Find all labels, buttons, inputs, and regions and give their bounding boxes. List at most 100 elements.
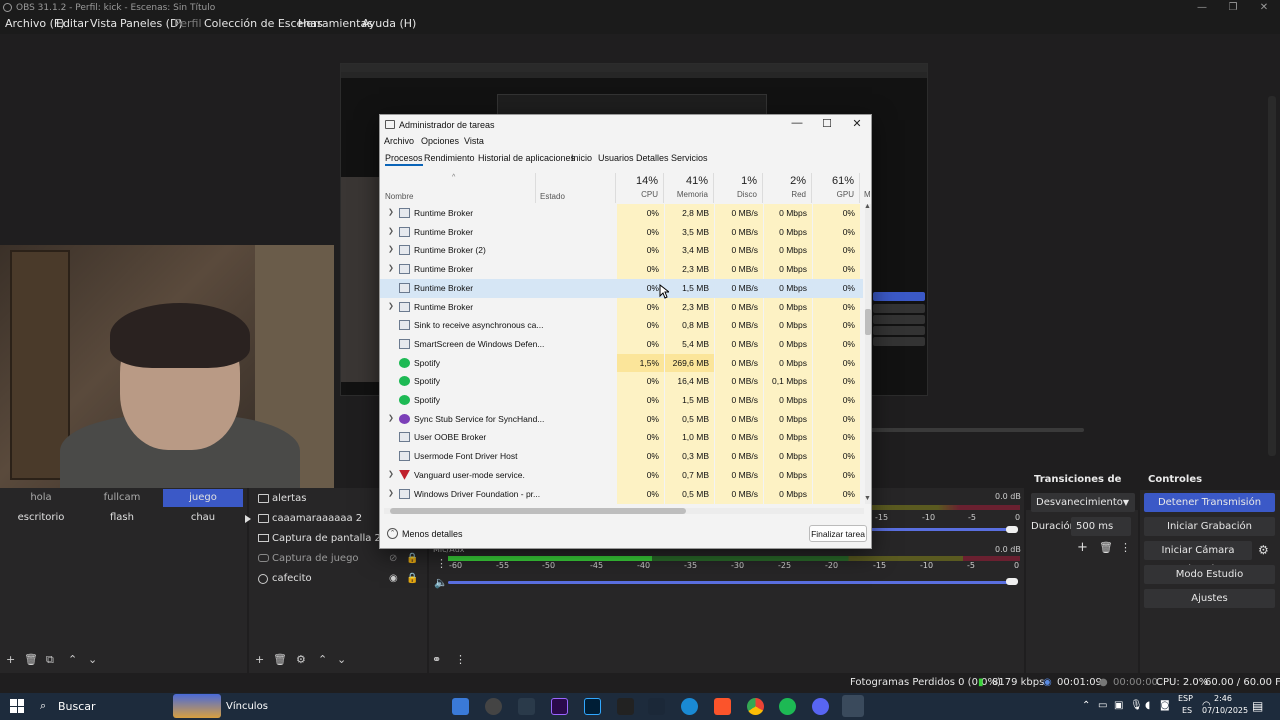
- scene-escritorio-button[interactable]: escritorio: [1, 509, 81, 527]
- scroll-down-arrow-icon[interactable]: ▼: [864, 495, 871, 502]
- tab-detalles[interactable]: Detalles: [636, 153, 669, 163]
- scene-chau-button[interactable]: chau: [163, 509, 243, 527]
- column-name[interactable]: Nombre: [380, 173, 536, 203]
- mixer-link-icon[interactable]: ⚭: [432, 653, 441, 666]
- column-disk[interactable]: 1% Disco: [714, 173, 763, 203]
- volume-slider-1-handle[interactable]: [1006, 526, 1018, 533]
- process-row[interactable]: Runtime Broker 0% 1,5 MB 0 MB/s 0 Mbps 0%: [380, 278, 863, 298]
- epic-games-icon[interactable]: [617, 698, 634, 715]
- chrome-icon[interactable]: [747, 698, 764, 715]
- menu-vista[interactable]: Vista: [90, 17, 117, 30]
- add-source-button[interactable]: +: [255, 653, 264, 666]
- scene-filters-button[interactable]: ⧉: [46, 653, 54, 667]
- transition-select[interactable]: Desvanecimiento ▼: [1031, 493, 1135, 512]
- start-recording-button[interactable]: Iniciar Grabación: [1144, 517, 1275, 536]
- discord-icon[interactable]: [812, 698, 829, 715]
- expand-chevron-icon[interactable]: [245, 515, 251, 523]
- capcut-icon[interactable]: [518, 698, 535, 715]
- tray-mic-icon[interactable]: 🎙: [1130, 700, 1143, 711]
- expand-chevron-icon[interactable]: ❯: [388, 245, 394, 253]
- taskbar-search[interactable]: Buscar: [58, 700, 96, 713]
- scene-flash-button[interactable]: flash: [82, 509, 162, 527]
- brave-icon[interactable]: [714, 698, 731, 715]
- remove-transition-button[interactable]: 🗑: [1099, 541, 1113, 554]
- move-scene-up-button[interactable]: ⌃: [68, 653, 77, 666]
- volume-slider-2[interactable]: [448, 581, 1010, 584]
- tray-audio-icon[interactable]: ◖: [1145, 700, 1150, 711]
- tab-servicios[interactable]: Servicios: [671, 153, 708, 163]
- tm-menu-archivo[interactable]: Archivo: [384, 136, 414, 146]
- process-row[interactable]: Sink to receive asynchronous ca... 0% 0,8 …: [380, 316, 863, 336]
- tab-procesos[interactable]: Procesos: [385, 153, 423, 166]
- process-row[interactable]: Spotify 1,5% 269,6 MB 0 MB/s 0 Mbps 0%: [380, 353, 863, 373]
- transition-options-button[interactable]: ⋮: [1120, 541, 1131, 554]
- source-cafecito[interactable]: cafecito ◉ 🔒: [258, 569, 428, 589]
- mixer-menu-icon[interactable]: ⋮: [436, 557, 447, 570]
- expand-chevron-icon[interactable]: ❯: [388, 227, 394, 235]
- process-row[interactable]: SmartScreen de Windows Defen... 0% 5,4 MB 0…: [380, 334, 863, 354]
- input-language[interactable]: ESP: [1178, 694, 1193, 703]
- end-task-button[interactable]: Finalizar tarea: [809, 525, 867, 542]
- tm-menu-opciones[interactable]: Opciones: [421, 136, 459, 146]
- process-list-hscroll-thumb[interactable]: [390, 508, 686, 514]
- process-list[interactable]: ❯ Runtime Broker 0% 2,8 MB 0 MB/s 0 Mbps 0% ❯ Ru…: [380, 204, 863, 506]
- edge-icon[interactable]: [681, 698, 698, 715]
- search-icon[interactable]: ⌕: [40, 699, 46, 713]
- tab-historial[interactable]: Historial de aplicaciones: [478, 153, 575, 163]
- menu-perfil[interactable]: Perfil: [174, 17, 202, 30]
- add-scene-button[interactable]: +: [6, 653, 15, 666]
- clock-date[interactable]: 07/10/2025: [1202, 706, 1248, 715]
- tm-maximize-button[interactable]: ☐: [812, 117, 842, 130]
- move-source-up-button[interactable]: ⌃: [318, 653, 327, 666]
- process-row[interactable]: Spotify 0% 16,4 MB 0 MB/s 0,1 Mbps 0%: [380, 372, 863, 392]
- column-memory[interactable]: 41% Memoria: [664, 173, 714, 203]
- premiere-icon[interactable]: [551, 698, 568, 715]
- windows-start-icon[interactable]: [10, 699, 24, 713]
- process-list-scroll-thumb[interactable]: [865, 309, 871, 335]
- remove-source-button[interactable]: 🗑: [273, 653, 287, 666]
- scene-fullcam-button[interactable]: fullcam: [82, 489, 162, 507]
- scroll-up-arrow-icon[interactable]: ▲: [864, 203, 871, 210]
- widgets-label[interactable]: Vínculos: [226, 701, 268, 712]
- tray-chevron-icon[interactable]: ⌃: [1082, 700, 1090, 711]
- expand-chevron-icon[interactable]: ❯: [388, 302, 394, 310]
- column-more[interactable]: M: [864, 190, 871, 199]
- expand-chevron-icon[interactable]: ❯: [388, 264, 394, 272]
- hidden-eye-icon[interactable]: ⊘: [389, 549, 397, 569]
- process-row[interactable]: Usermode Font Driver Host 0% 0,3 MB 0 MB/s 0…: [380, 447, 863, 467]
- clock-time[interactable]: 2:46: [1214, 694, 1232, 703]
- tm-minimize-button[interactable]: —: [782, 117, 812, 129]
- obs-app-icon[interactable]: [485, 698, 502, 715]
- less-details-button[interactable]: Menos detalles: [402, 529, 463, 539]
- webcam-source[interactable]: [0, 245, 334, 488]
- lock-icon[interactable]: 🔒: [406, 569, 418, 589]
- close-button[interactable]: ✕: [1248, 0, 1280, 16]
- lock-icon[interactable]: 🔒: [406, 549, 418, 569]
- tab-usuarios[interactable]: Usuarios: [598, 153, 634, 163]
- process-row[interactable]: ❯ Vanguard user-mode service. 0% 0,7 MB 0 MB…: [380, 465, 863, 485]
- duration-input[interactable]: 500 ms: [1071, 517, 1131, 536]
- process-row[interactable]: ❯ Runtime Broker 0% 2,3 MB 0 MB/s 0 Mbps 0%: [380, 260, 863, 280]
- remove-scene-button[interactable]: 🗑: [24, 653, 38, 666]
- tray-icon-2[interactable]: ▣: [1114, 700, 1123, 711]
- mixer-options-icon[interactable]: ⋮: [455, 653, 466, 666]
- scene-hola-button[interactable]: hola: [1, 489, 81, 507]
- column-network[interactable]: 2% Red: [763, 173, 812, 203]
- tray-network-icon[interactable]: ◙: [1160, 700, 1170, 711]
- visible-eye-icon[interactable]: ◉: [389, 569, 398, 589]
- process-list-vertical-scrollbar[interactable]: [865, 204, 871, 504]
- photoshop-icon[interactable]: [584, 698, 601, 715]
- source-captura-juego[interactable]: Captura de juego ⊘ 🔒: [258, 549, 428, 569]
- menu-ayuda[interactable]: Ayuda (H): [362, 17, 416, 30]
- settings-button[interactable]: Ajustes: [1144, 589, 1275, 608]
- stop-stream-button[interactable]: Detener Transmisión: [1144, 493, 1275, 512]
- expand-chevron-icon[interactable]: ❯: [388, 414, 394, 422]
- volume-slider-1[interactable]: [870, 528, 1010, 531]
- move-source-down-button[interactable]: ⌄: [337, 653, 346, 666]
- process-row[interactable]: ❯ Runtime Broker 0% 2,3 MB 0 MB/s 0 Mbps 0%: [380, 297, 863, 317]
- studio-mode-button[interactable]: Modo Estudio: [1144, 565, 1275, 584]
- tab-inicio[interactable]: Inicio: [571, 153, 592, 163]
- add-transition-button[interactable]: +: [1077, 540, 1088, 555]
- tray-icon-1[interactable]: ▭: [1098, 700, 1107, 711]
- spotify-icon[interactable]: [779, 698, 796, 715]
